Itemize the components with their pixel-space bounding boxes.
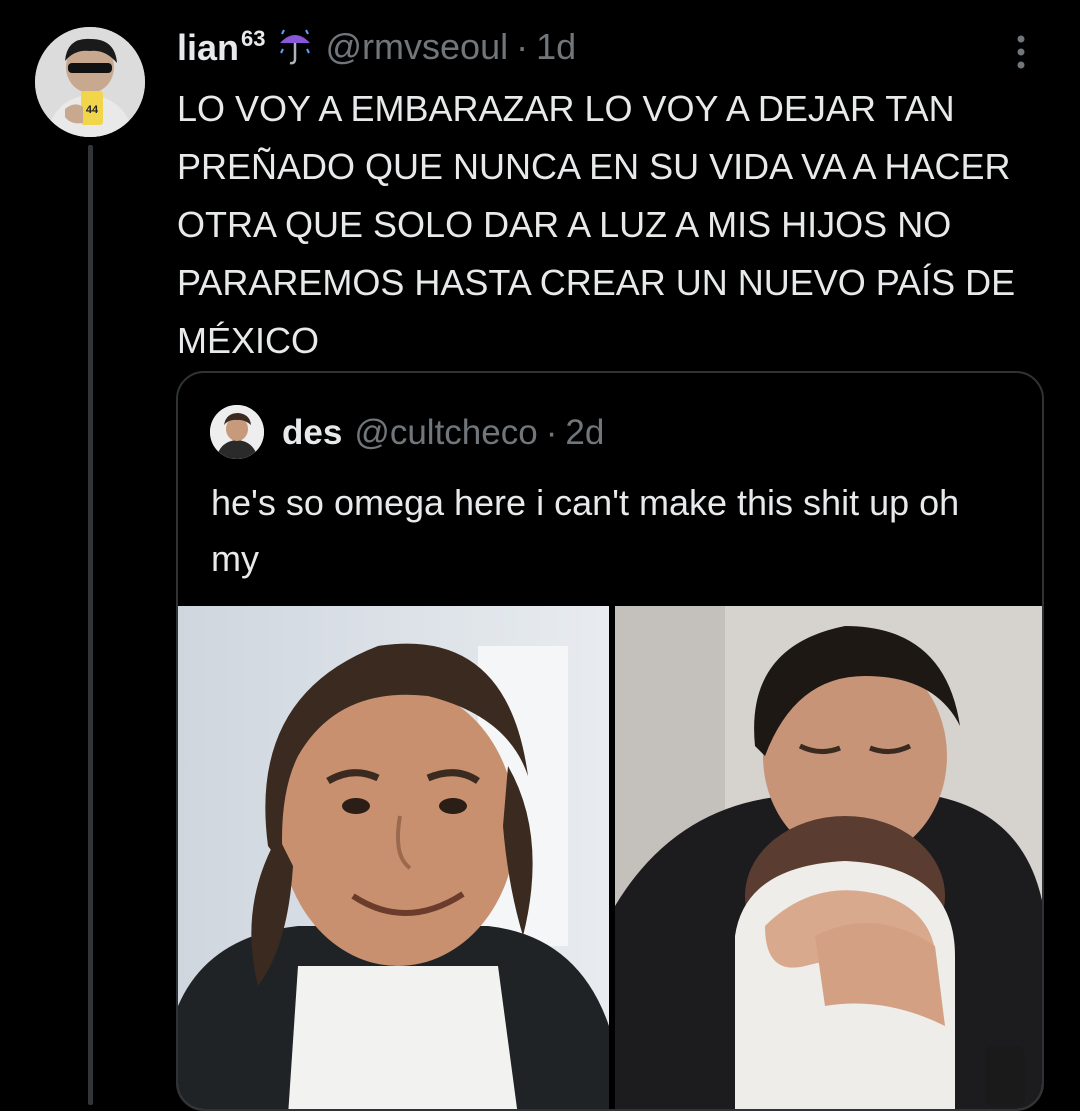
quoted-tweet-timestamp[interactable]: 2d xyxy=(565,413,604,453)
quoted-tweet-card[interactable]: des @cultcheco · 2d he's so omega here i… xyxy=(176,371,1044,1111)
author-handle[interactable]: @rmvseoul xyxy=(326,26,509,68)
thread-connector-line xyxy=(88,145,93,1105)
tweet-text: LO VOY A EMBARAZAR LO VOY A DEJAR TAN PR… xyxy=(177,88,1016,361)
quoted-media-photo-1[interactable] xyxy=(178,606,609,1109)
quoted-author-handle[interactable]: @cultcheco xyxy=(354,413,537,453)
author-name-superscript: 63 xyxy=(241,25,266,51)
photo-man-holding-baby xyxy=(615,606,1042,1109)
quoted-tweet-text: he's so omega here i can't make this shi… xyxy=(211,482,960,579)
quoted-author-avatar[interactable] xyxy=(210,405,264,459)
quoted-author-avatar-image xyxy=(210,405,264,459)
header-separator: · xyxy=(516,26,529,67)
quoted-header-separator: · xyxy=(545,413,558,452)
avatar-badge-text: 44 xyxy=(86,104,99,116)
quoted-media-photo-2[interactable] xyxy=(615,606,1042,1109)
tweet-timestamp[interactable]: 1d xyxy=(536,26,576,68)
author-avatar[interactable]: 44 xyxy=(35,27,145,137)
quoted-tweet-header: des @cultcheco · 2d xyxy=(282,409,604,457)
author-avatar-image: 44 xyxy=(35,27,145,137)
author-name-text: lian xyxy=(177,26,240,68)
tweet-header: lian63 @rmvseoul · 1d xyxy=(177,22,576,72)
quoted-author-name[interactable]: des xyxy=(282,413,342,453)
umbrella-with-rain-icon xyxy=(278,27,312,67)
photo-smiling-man xyxy=(178,606,609,1109)
more-options-icon[interactable] xyxy=(1013,32,1029,72)
author-name[interactable]: lian63 xyxy=(177,26,266,69)
